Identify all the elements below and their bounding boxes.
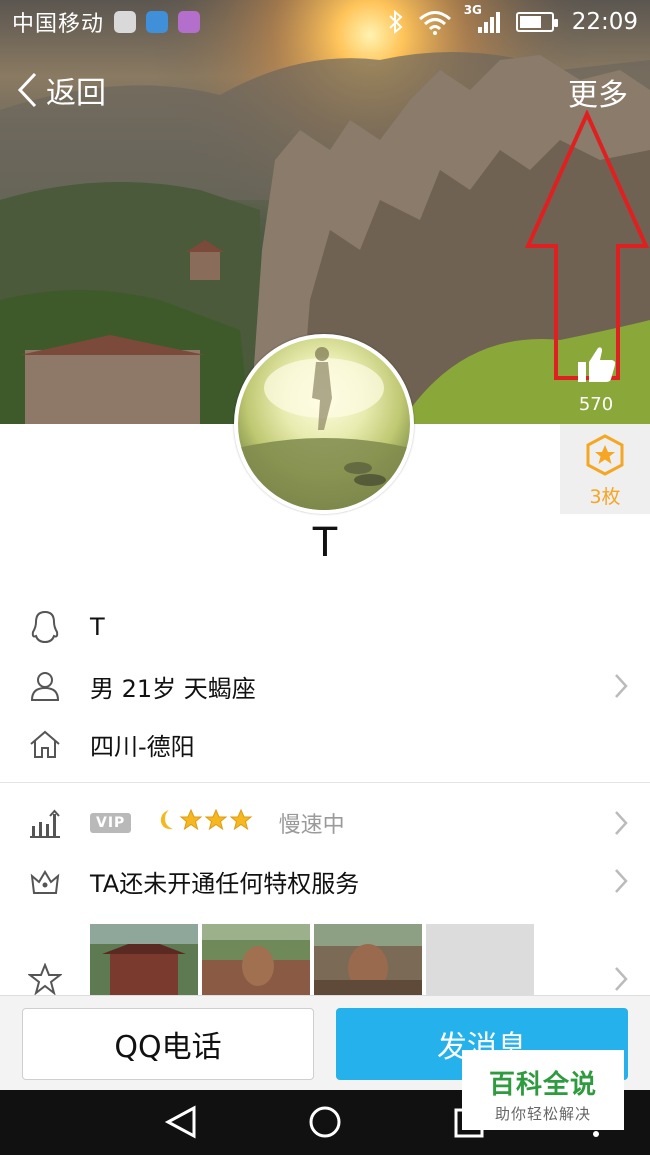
like-count: 570 [578,394,614,415]
vip-speed-status: 慢速中 [278,813,345,838]
privilege-row[interactable]: TA还未开通任何特权服务 [0,852,650,910]
badge-count: 3枚 [589,486,621,508]
thumbs-up-icon [578,347,616,382]
qq-name-row: T [0,598,650,656]
notification-app-icon [146,11,169,33]
watermark-logo: 百科全说 助你轻松解决 [462,1050,624,1130]
level-badges [155,807,259,839]
chevron-right-icon [615,869,628,893]
carrier-name: 中国移动 [12,12,105,37]
back-button[interactable]: 返回 [16,68,106,112]
vip-level-row[interactable]: VIP 慢速中 [0,794,650,852]
crown-icon [28,864,62,898]
bluetooth-icon [388,9,403,35]
avatar[interactable] [234,334,414,514]
home-icon [28,727,62,761]
divider [0,782,650,783]
vip-tag: VIP [90,813,132,833]
home-nav-button[interactable] [309,1106,341,1138]
star-icon [28,962,62,996]
battery-level [519,16,541,28]
level-chart-icon [28,806,62,840]
vip-info: VIP 慢速中 [90,807,345,839]
qq-name: T [90,613,105,641]
watermark-subtitle: 助你轻松解决 [494,1105,591,1123]
location: 四川-德阳 [90,732,195,761]
privilege-text: TA还未开通任何特权服务 [90,869,360,898]
qq-call-button[interactable]: QQ电话 [22,1008,314,1080]
location-row: 四川-德阳 [0,715,650,773]
more-button[interactable]: 更多 [568,70,628,114]
signal-icon: 3G [464,3,504,35]
notification-dot [593,1131,599,1137]
penguin-icon [28,610,62,644]
chevron-right-icon [615,967,628,991]
photo-thumbnail[interactable] [90,924,198,996]
basic-info-row[interactable]: 男 21岁 天蝎座 [0,657,650,715]
like-button[interactable]: 570 [566,342,626,415]
person-icon [28,669,62,703]
photo-thumbnail[interactable] [314,924,422,996]
chevron-left-icon [17,72,37,108]
back-nav-button[interactable] [164,1105,196,1139]
moon-star-icons [160,808,253,831]
wifi-icon [418,11,451,35]
nav-bar: 返回 更多 [0,64,650,116]
basic-info: 男 21岁 天蝎座 [90,674,256,703]
photo-strip [90,924,534,996]
photo-placeholder [426,924,534,996]
profile-nickname: T [312,520,338,566]
photo-thumbnail[interactable] [202,924,310,996]
signal-bars-icon [477,12,500,33]
star-hexagon-icon [586,434,624,476]
avatar-image [238,347,410,510]
badge-button[interactable]: 3枚 [560,424,650,514]
notification-app-icon [114,11,137,33]
watermark-title: 百科全说 [488,1070,597,1100]
status-bar: 中国移动 3G 22:09 [0,0,650,44]
chevron-right-icon [615,674,628,698]
chevron-right-icon [615,811,628,835]
clock: 22:09 [571,9,638,35]
notification-app-icon [178,11,201,33]
battery-icon [515,12,558,32]
back-label: 返回 [46,76,106,111]
